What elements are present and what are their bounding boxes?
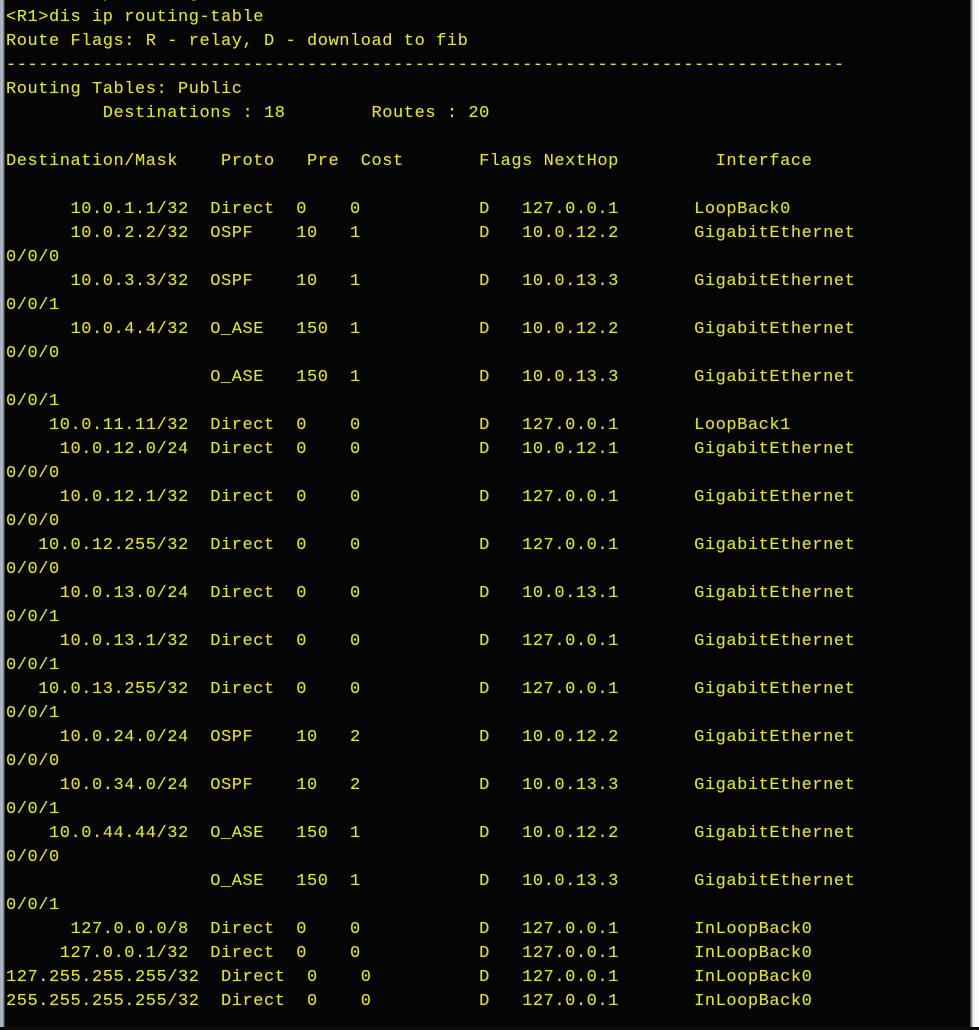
terminal-line: Destination/Mask Proto Pre Cost Flags Ne… bbox=[6, 152, 813, 171]
terminal-line: 10.0.34.0/24 OSPF 10 2 D 10.0.13.3 Gigab… bbox=[6, 776, 856, 795]
terminal-line: 10.0.13.0/24 Direct 0 0 D 10.0.13.1 Giga… bbox=[6, 584, 856, 603]
terminal-window: <R1>dis ip routing-table <R1>dis ip routi… bbox=[0, 0, 979, 1030]
terminal-line: O_ASE 150 1 D 10.0.13.3 GigabitEthernet bbox=[6, 368, 856, 387]
routing-table-output: <R1>dis ip routing-table <R1>dis ip routi… bbox=[6, 0, 970, 1014]
terminal-line: Destinations : 18 Routes : 20 bbox=[6, 104, 490, 123]
terminal-line: 127.0.0.0/8 Direct 0 0 D 127.0.0.1 InLoo… bbox=[6, 920, 813, 939]
terminal-line: 10.0.12.255/32 Direct 0 0 D 127.0.0.1 Gi… bbox=[6, 536, 856, 555]
terminal-line: 0/0/1 bbox=[6, 656, 60, 675]
terminal-line: 0/0/1 bbox=[6, 704, 60, 723]
terminal-line: 10.0.24.0/24 OSPF 10 2 D 10.0.12.2 Gigab… bbox=[6, 728, 856, 747]
terminal-line: 0/0/0 bbox=[6, 344, 60, 363]
terminal-line: 10.0.44.44/32 O_ASE 150 1 D 10.0.12.2 Gi… bbox=[6, 824, 856, 843]
terminal-line: 0/0/1 bbox=[6, 608, 60, 627]
terminal-line: 255.255.255.255/32 Direct 0 0 D 127.0.0.… bbox=[6, 992, 813, 1011]
terminal-line: 10.0.2.2/32 OSPF 10 1 D 10.0.12.2 Gigabi… bbox=[6, 224, 856, 243]
window-left-scrollbar-edge[interactable] bbox=[0, 0, 5, 1030]
terminal-line: 10.0.12.0/24 Direct 0 0 D 10.0.12.1 Giga… bbox=[6, 440, 856, 459]
terminal-line: 0/0/0 bbox=[6, 512, 60, 531]
terminal-line: 0/0/0 bbox=[6, 848, 60, 867]
terminal-line: 10.0.1.1/32 Direct 0 0 D 127.0.0.1 LoopB… bbox=[6, 200, 791, 219]
terminal-line: <R1>dis ip routing-table bbox=[6, 8, 265, 27]
terminal-line: O_ASE 150 1 D 10.0.13.3 GigabitEthernet bbox=[6, 872, 856, 891]
terminal-line: 10.0.11.11/32 Direct 0 0 D 127.0.0.1 Loo… bbox=[6, 416, 791, 435]
terminal-line: 0/0/1 bbox=[6, 800, 60, 819]
terminal-line: 0/0/0 bbox=[6, 560, 60, 579]
terminal-line: 0/0/1 bbox=[6, 896, 60, 915]
terminal-line: Routing Tables: Public bbox=[6, 80, 243, 99]
window-right-edge bbox=[970, 0, 979, 1030]
terminal-line: 127.0.0.1/32 Direct 0 0 D 127.0.0.1 InLo… bbox=[6, 944, 813, 963]
terminal-line: 10.0.13.255/32 Direct 0 0 D 127.0.0.1 Gi… bbox=[6, 680, 856, 699]
terminal-line: 0/0/1 bbox=[6, 392, 60, 411]
terminal-line: 10.0.13.1/32 Direct 0 0 D 127.0.0.1 Giga… bbox=[6, 632, 856, 651]
terminal-line: Route Flags: R - relay, D - download to … bbox=[6, 32, 469, 51]
terminal-line: 10.0.4.4/32 O_ASE 150 1 D 10.0.12.2 Giga… bbox=[6, 320, 856, 339]
terminal-line: 0/0/0 bbox=[6, 248, 60, 267]
terminal-line: 0/0/1 bbox=[6, 296, 60, 315]
terminal-output-area[interactable]: <R1>dis ip routing-table <R1>dis ip routi… bbox=[6, 0, 970, 1030]
terminal-line: 10.0.12.1/32 Direct 0 0 D 127.0.0.1 Giga… bbox=[6, 488, 856, 507]
terminal-line: 0/0/0 bbox=[6, 752, 60, 771]
terminal-line: ----------------------------------------… bbox=[6, 56, 845, 75]
terminal-line: 127.255.255.255/32 Direct 0 0 D 127.0.0.… bbox=[6, 968, 813, 987]
scrolled-off-line: <R1>dis ip routing-table bbox=[6, 0, 970, 6]
terminal-line: 0/0/0 bbox=[6, 464, 60, 483]
terminal-line: 10.0.3.3/32 OSPF 10 1 D 10.0.13.3 Gigabi… bbox=[6, 272, 856, 291]
